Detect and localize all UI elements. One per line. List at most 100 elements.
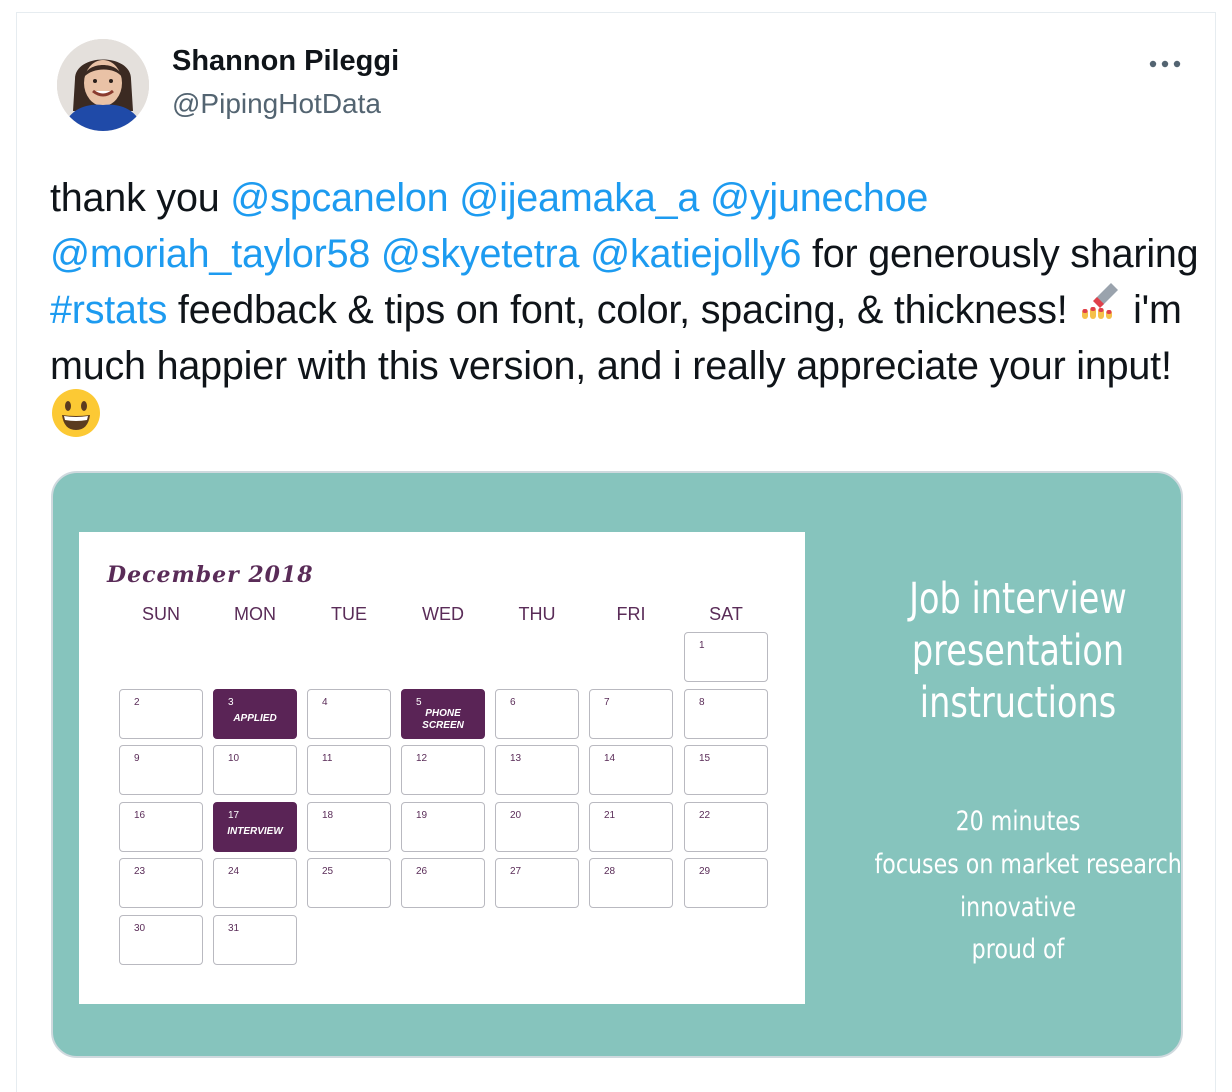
hashtag-link[interactable]: #rstats: [50, 288, 167, 332]
calendar-day-cell: 14: [589, 745, 673, 795]
mention-link[interactable]: @ijeamaka_a: [459, 176, 699, 220]
calendar-graphic: December 2018 SUN MON TUE WED THU FRI SAT 1 2 3 AP…: [79, 532, 805, 1004]
calendar-date-number: 29: [699, 866, 711, 877]
side-detail-line: innovative: [959, 892, 1076, 923]
calendar-event-cell: 17 INTERVIEW: [213, 802, 297, 852]
avatar-photo: [57, 39, 149, 131]
calendar-day-cell: 15: [684, 745, 768, 795]
side-detail-line: 20 minutes: [955, 806, 1081, 837]
calendar-day-cell: 24: [213, 858, 297, 908]
calendar-date-number: 2: [134, 697, 140, 708]
calendar-day-cell: 26: [401, 858, 485, 908]
calendar-day-cell: 13: [495, 745, 579, 795]
day-of-week-label: THU: [518, 604, 556, 624]
calendar-day-cell: 22: [684, 802, 768, 852]
side-panel-title: Job interview presentation instructions: [889, 573, 1146, 729]
calendar-date-number: 5: [416, 697, 422, 708]
tweet-text-segment: for generously sharing: [801, 232, 1199, 276]
side-detail-line: focuses on market research: [874, 849, 1182, 880]
side-title-line: presentation: [911, 626, 1125, 676]
mention-link[interactable]: @spcanelon: [230, 176, 448, 220]
grinning-face-emoji: [50, 387, 102, 454]
calendar-day-cell: 28: [589, 858, 673, 908]
calendar-day-cell: 21: [589, 802, 673, 852]
calendar-date-number: 21: [604, 810, 616, 821]
calendar-event-label: APPLIED: [233, 713, 277, 724]
side-title-line: Job interview: [909, 574, 1127, 624]
calendar-date-number: 18: [322, 810, 334, 821]
calendar-day-cell: 18: [307, 802, 391, 852]
side-detail-line: proud of: [971, 934, 1065, 965]
calendar-date-number: 26: [416, 866, 428, 877]
calendar-date-number: 7: [604, 697, 610, 708]
calendar-date-number: 19: [416, 810, 428, 821]
calendar-day-cell: 19: [401, 802, 485, 852]
calendar-day-cell: 30: [119, 915, 203, 965]
calendar-date-number: 25: [322, 866, 334, 877]
calendar-day-cell: 9: [119, 745, 203, 795]
calendar-event-cell: 3 APPLIED: [213, 689, 297, 739]
calendar-day-cell: 8: [684, 689, 768, 739]
calendar-date-number: 16: [134, 810, 146, 821]
day-of-week-label: FRI: [616, 604, 646, 624]
calendar-title: December 2018: [107, 562, 314, 588]
calendar-date-number: 9: [134, 753, 140, 764]
calendar-event-label: INTERVIEW: [227, 826, 283, 837]
calendar-date-number: 3: [228, 697, 234, 708]
calendar-day-cell: 12: [401, 745, 485, 795]
calendar-day-cell: 10: [213, 745, 297, 795]
calendar-date-number: 13: [510, 753, 522, 764]
calendar-date-number: 24: [228, 866, 240, 877]
day-of-week-label: MON: [234, 604, 276, 624]
calendar-date-number: 4: [322, 697, 328, 708]
calendar-date-number: 22: [699, 810, 711, 821]
calendar-day-cell: 29: [684, 858, 768, 908]
nail-polish-emoji: [1078, 279, 1122, 338]
calendar-date-number: 15: [699, 753, 711, 764]
calendar-day-cell: 11: [307, 745, 391, 795]
author-handle[interactable]: @PipingHotData: [172, 88, 381, 120]
media-image[interactable]: December 2018 SUN MON TUE WED THU FRI SAT 1 2 3 AP…: [51, 471, 1183, 1058]
calendar-date-number: 20: [510, 810, 522, 821]
calendar-day-cell: 4: [307, 689, 391, 739]
calendar-date-number: 8: [699, 697, 705, 708]
more-options-button[interactable]: [1140, 44, 1190, 84]
calendar-event-cell: 5 PHONE SCREEN: [401, 689, 485, 739]
calendar-date-number: 10: [228, 753, 240, 764]
calendar-date-number: 31: [228, 923, 240, 934]
calendar-day-cell: 23: [119, 858, 203, 908]
calendar-date-number: 1: [699, 640, 705, 651]
day-of-week-label: TUE: [331, 604, 367, 624]
calendar-day-cell: 25: [307, 858, 391, 908]
calendar-date-number: 12: [416, 753, 428, 764]
calendar-day-cell: 7: [589, 689, 673, 739]
author-avatar[interactable]: [57, 39, 149, 131]
day-of-week-label: SAT: [709, 604, 743, 624]
tweet-text-segment: thank you: [50, 176, 231, 220]
tweet-text-segment: feedback & tips on font, color, spacing,…: [167, 288, 1079, 332]
calendar-day-cell: 20: [495, 802, 579, 852]
calendar-date-number: 27: [510, 866, 522, 877]
calendar-date-number: 14: [604, 753, 616, 764]
calendar-event-label: PHONE SCREEN: [422, 708, 464, 731]
calendar-day-cell: 1: [684, 632, 768, 682]
mention-link[interactable]: @yjunechoe: [710, 176, 928, 220]
calendar-day-cell: 2: [119, 689, 203, 739]
calendar-day-cell: 16: [119, 802, 203, 852]
mention-link[interactable]: @moriah_taylor58: [50, 232, 370, 276]
calendar-day-cell: 27: [495, 858, 579, 908]
calendar-date-number: 6: [510, 697, 516, 708]
calendar-day-cell: 6: [495, 689, 579, 739]
calendar-date-number: 30: [134, 923, 146, 934]
tweet-text: thank you @spcanelon @ijeamaka_a @yjunec…: [50, 170, 1200, 454]
calendar-day-cell: 31: [213, 915, 297, 965]
calendar-date-number: 11: [322, 753, 333, 764]
author-name[interactable]: Shannon Pileggi: [172, 45, 399, 78]
day-of-week-label: WED: [422, 604, 464, 624]
calendar-date-number: 17: [228, 810, 240, 821]
mention-link[interactable]: @skyetetra: [381, 232, 580, 276]
mention-link[interactable]: @katiejolly6: [590, 232, 801, 276]
more-horizontal-icon: [1149, 60, 1181, 68]
calendar-date-number: 28: [604, 866, 616, 877]
calendar-date-number: 23: [134, 866, 146, 877]
